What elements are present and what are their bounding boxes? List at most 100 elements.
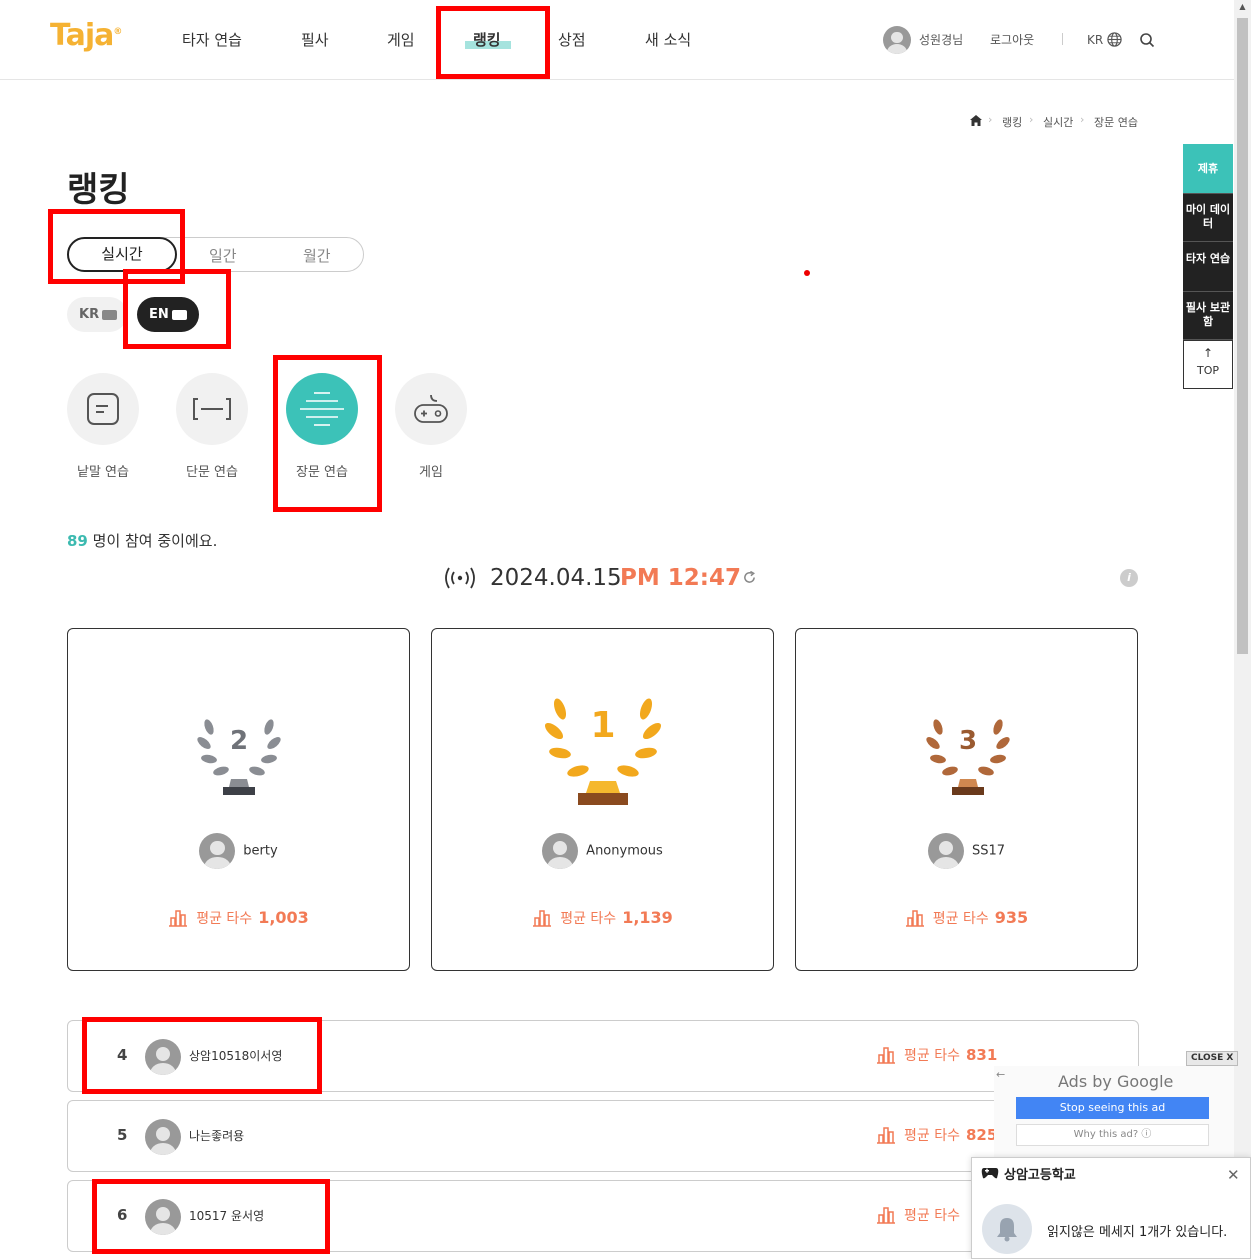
avatar <box>145 1039 181 1075</box>
rank-user[interactable]: berty <box>68 833 409 869</box>
nav-typing[interactable]: 타자 연습 <box>182 29 242 50</box>
category-long[interactable] <box>286 373 358 445</box>
side-my-data[interactable]: 마이 데이터 <box>1183 194 1233 242</box>
rank-number: 3 <box>959 726 977 756</box>
why-this-ad-button[interactable]: Why this ad? ⓘ <box>1016 1124 1209 1146</box>
category-game-label: 게임 <box>419 465 443 480</box>
nav-news[interactable]: 새 소식 <box>645 29 691 50</box>
nav-ranking[interactable]: 랭킹 <box>473 29 501 50</box>
breadcrumb-long-text: 장문 연습 <box>1094 116 1138 129</box>
bar-chart-icon <box>877 1047 895 1064</box>
row-rank: 5 <box>117 1126 128 1144</box>
bronze-trophy-icon: 3 <box>926 719 1010 795</box>
silver-trophy-icon: 2 <box>197 719 281 795</box>
rank-card-2: 2 berty 평균 타수 1,003 <box>67 628 410 971</box>
globe-icon[interactable] <box>1107 32 1122 47</box>
rank-score: 평균 타수 1,139 <box>432 908 773 928</box>
category-word-label: 낱말 연습 <box>77 465 129 480</box>
bar-chart-icon <box>877 1207 895 1224</box>
keyboard-icon <box>171 309 187 320</box>
category-word[interactable] <box>67 373 139 445</box>
notification-message[interactable]: 읽지않은 메세지 1개가 있습니다. <box>1047 1221 1227 1240</box>
stop-ad-button[interactable]: Stop seeing this ad <box>1016 1097 1209 1119</box>
row-score: 평균 타수 825 <box>876 1125 997 1145</box>
bell-icon <box>982 1204 1032 1254</box>
tab-monthly[interactable]: 월간 <box>303 245 331 266</box>
scrollbar-thumb[interactable] <box>1237 18 1248 654</box>
lang-toggle-en[interactable]: EN <box>137 297 199 332</box>
bracket-icon <box>193 398 231 420</box>
header: Taja® 타자 연습 필사 게임 랭킹 상점 새 소식 성원경님 로그아웃 K… <box>0 0 1251 80</box>
arrow-up-icon: ↑ <box>1203 346 1214 360</box>
category-long-label: 장문 연습 <box>296 465 348 480</box>
nav-game[interactable]: 게임 <box>387 29 415 50</box>
side-copy-storage[interactable]: 필사 보관함 <box>1183 292 1233 340</box>
gamepad-icon <box>981 1168 999 1179</box>
breadcrumb-realtime[interactable]: 실시간 <box>1043 114 1073 130</box>
scroll-up-arrow[interactable]: ▲ <box>1237 2 1248 14</box>
ad-close-button[interactable]: CLOSE X <box>1186 1051 1239 1066</box>
gamepad-icon <box>414 394 448 423</box>
ranking-date: 2024.04.15 <box>490 565 622 591</box>
google-ad-panel: ← Ads by Google Stop seeing this ad Why … <box>994 1066 1234 1166</box>
rank-score: 평균 타수 935 <box>796 908 1137 928</box>
row-user-name[interactable]: 상암10518이서영 <box>189 1047 282 1064</box>
rank-card-1: 1 Anonymous 평균 타수 1,139 <box>431 628 774 971</box>
breadcrumb-separator: › <box>1080 113 1085 126</box>
cursor-dot <box>804 270 810 276</box>
close-icon[interactable]: ✕ <box>1227 1166 1240 1184</box>
message-notification: 상암고등학교 ✕ 읽지않은 메세지 1개가 있습니다. <box>971 1157 1251 1259</box>
rank-number: 1 <box>590 705 615 746</box>
bar-chart-icon <box>905 910 924 927</box>
back-arrow-icon[interactable]: ← <box>996 1068 1005 1081</box>
category-short[interactable] <box>176 373 248 445</box>
breadcrumb-separator: › <box>988 113 993 126</box>
taja-logo[interactable]: Taja® <box>50 18 122 53</box>
bar-chart-icon <box>169 910 188 927</box>
search-icon[interactable] <box>1139 32 1155 48</box>
tab-realtime[interactable]: 실시간 <box>67 237 177 272</box>
category-game[interactable] <box>395 373 467 445</box>
row-user-name[interactable]: 나는좋려용 <box>189 1127 244 1144</box>
bar-chart-icon <box>877 1127 895 1144</box>
ads-by-google: Ads by Google <box>1058 1072 1174 1091</box>
lines-icon <box>300 392 344 426</box>
home-icon[interactable] <box>970 115 982 126</box>
user-name[interactable]: 성원경님 <box>919 31 963 48</box>
category-short-label: 단문 연습 <box>186 465 238 480</box>
side-typing[interactable]: 타자 연습 <box>1183 242 1233 292</box>
row-rank: 4 <box>117 1046 128 1064</box>
document-icon <box>87 393 119 425</box>
avatar <box>145 1199 181 1235</box>
ranking-time: PM 12:47 <box>620 565 741 591</box>
rank-score: 평균 타수 1,003 <box>68 908 409 928</box>
rank-user[interactable]: SS17 <box>796 833 1137 869</box>
gold-trophy-icon: 1 <box>544 698 662 805</box>
row-score: 평균 타수 831 <box>876 1045 997 1065</box>
info-icon[interactable]: i <box>1120 569 1138 587</box>
tab-daily[interactable]: 일간 <box>209 245 237 266</box>
logout-link[interactable]: 로그아웃 <box>990 31 1034 48</box>
row-rank: 6 <box>117 1206 128 1224</box>
keyboard-icon <box>102 309 118 320</box>
rank-number: 2 <box>230 726 248 756</box>
participants-count: 89 명이 참여 중이에요. <box>67 532 218 550</box>
ranking-row: 4 상암10518이서영 평균 타수 831 <box>67 1020 1139 1092</box>
user-avatar[interactable] <box>883 26 911 54</box>
row-score: 평균 타수 <box>876 1205 966 1225</box>
rank-user[interactable]: Anonymous <box>432 833 773 869</box>
refresh-icon[interactable] <box>743 571 756 584</box>
row-user-name[interactable]: 10517 윤서영 <box>189 1207 264 1224</box>
nav-copy[interactable]: 필사 <box>301 29 329 50</box>
nav-shop[interactable]: 상점 <box>558 29 586 50</box>
language-select[interactable]: KR <box>1087 33 1103 47</box>
side-partnership[interactable]: 제휴 <box>1183 144 1233 194</box>
lang-toggle-kr[interactable]: KR <box>67 297 127 332</box>
rank-card-3: 3 SS17 평균 타수 935 <box>795 628 1138 971</box>
bar-chart-icon <box>533 910 552 927</box>
live-broadcast-icon <box>445 567 475 589</box>
breadcrumb-separator: › <box>1029 113 1034 126</box>
breadcrumb-ranking[interactable]: 랭킹 <box>1002 114 1022 130</box>
avatar <box>145 1119 181 1155</box>
page-title: 랭킹 <box>67 170 130 210</box>
